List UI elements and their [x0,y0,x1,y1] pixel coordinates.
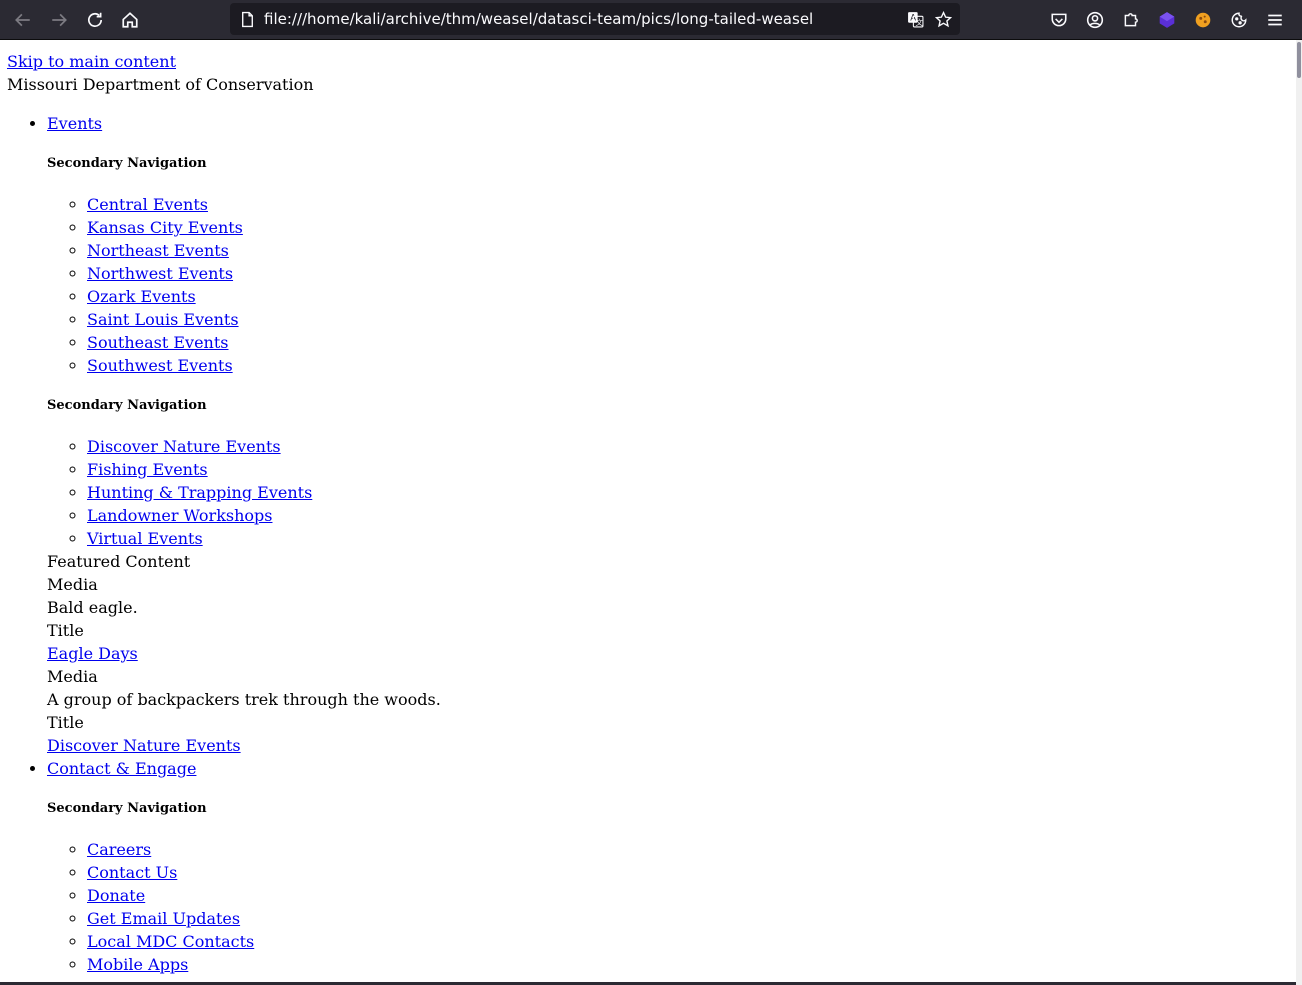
pocket-button[interactable] [1045,6,1073,34]
list-item: Discover Nature Events [87,435,1296,458]
forward-button[interactable] [45,6,73,34]
svg-text:文: 文 [915,16,923,26]
donate-link[interactable]: Donate [87,886,145,905]
home-button[interactable] [116,6,144,34]
events-link[interactable]: Events [47,114,102,133]
bookmark-star-icon[interactable] [934,10,952,28]
virtual-events-link[interactable]: Virtual Events [87,529,203,548]
menu-item-contact: Contact & Engage Secondary Navigation Ca… [47,757,1296,976]
title-label: Title [47,621,84,640]
site-name: Missouri Department of Conservation [7,75,314,94]
careers-link[interactable]: Careers [87,840,151,859]
local-mdc-contacts-link[interactable]: Local MDC Contacts [87,932,254,951]
southeast-events-link[interactable]: Southeast Events [87,333,229,352]
list-item: Northwest Events [87,262,1296,285]
page-content: Skip to main content Missouri Department… [0,40,1296,976]
eagle-days-link[interactable]: Eagle Days [47,644,138,663]
skip-to-main-link[interactable]: Skip to main content [7,52,176,71]
list-item: Virtual Events [87,527,1296,550]
mobile-apps-link[interactable]: Mobile Apps [87,955,188,974]
list-item: Southwest Events [87,354,1296,377]
hunting-trapping-events-link[interactable]: Hunting & Trapping Events [87,483,312,502]
menu-item-events: Events Secondary Navigation Central Even… [47,112,1296,757]
list-item: Hunting & Trapping Events [87,481,1296,504]
reload-button[interactable] [81,6,109,34]
forward-arrow-icon [52,13,67,27]
secondary-nav-heading: Secondary Navigation [47,398,207,413]
extension-cookie-button[interactable] [1225,6,1253,34]
southwest-events-link[interactable]: Southwest Events [87,356,233,375]
central-events-link[interactable]: Central Events [87,195,208,214]
vertical-scrollbar[interactable] [1296,40,1302,985]
extension-purple-button[interactable] [1153,6,1181,34]
orange-cookie-icon [1195,12,1211,28]
page-viewport: Skip to main content Missouri Department… [0,40,1296,985]
featured-discover-nature-link[interactable]: Discover Nature Events [47,736,241,755]
list-item: Kansas City Events [87,216,1296,239]
media-label: Media [47,667,98,686]
list-item: Mobile Apps [87,953,1296,976]
image-alt-text: Bald eagle. [47,598,138,617]
extension-orange-button[interactable] [1189,6,1217,34]
northeast-events-link[interactable]: Northeast Events [87,241,229,260]
media-label: Media [47,575,98,594]
account-button[interactable] [1081,6,1109,34]
region-events-list: Central Events Kansas City Events Northe… [47,193,1296,377]
image-alt-text: A group of backpackers trek through the … [47,690,441,709]
saint-louis-events-link[interactable]: Saint Louis Events [87,310,239,329]
contact-engage-link[interactable]: Contact & Engage [47,759,196,778]
back-button[interactable] [9,6,37,34]
featured-content-heading: Featured Content [47,552,191,571]
discover-nature-events-link[interactable]: Discover Nature Events [87,437,281,456]
main-menu: Events Secondary Navigation Central Even… [7,112,1296,976]
list-item: Saint Louis Events [87,308,1296,331]
kansas-city-events-link[interactable]: Kansas City Events [87,218,243,237]
contact-links-list: Careers Contact Us Donate Get Email Upda… [47,838,1296,976]
list-item: Get Email Updates [87,907,1296,930]
account-icon [1086,11,1104,29]
contact-us-link[interactable]: Contact Us [87,863,177,882]
translate-icon[interactable]: A文 [906,10,924,28]
list-item: Northeast Events [87,239,1296,262]
list-item: Contact Us [87,861,1296,884]
fishing-events-link[interactable]: Fishing Events [87,460,208,479]
list-item: Careers [87,838,1296,861]
puzzle-icon [1124,13,1138,27]
home-icon [122,12,138,28]
list-item: Ozark Events [87,285,1296,308]
reload-icon [87,12,103,27]
menu-button[interactable] [1261,6,1289,34]
scrollbar-thumb[interactable] [1297,42,1301,78]
url-bar[interactable]: file:///home/kali/archive/thm/weasel/dat… [230,3,960,35]
hamburger-icon [1268,14,1282,26]
list-item: Landowner Workshops [87,504,1296,527]
event-types-list: Discover Nature Events Fishing Events Hu… [47,435,1296,550]
title-label: Title [47,713,84,732]
browser-toolbar: file:///home/kali/archive/thm/weasel/dat… [0,0,1302,40]
secondary-nav-heading: Secondary Navigation [47,156,207,171]
purple-cube-icon [1159,12,1175,28]
email-updates-link[interactable]: Get Email Updates [87,909,240,928]
back-arrow-icon [15,13,30,27]
landowner-workshops-link[interactable]: Landowner Workshops [87,506,272,525]
northwest-events-link[interactable]: Northwest Events [87,264,233,283]
extensions-button[interactable] [1117,6,1145,34]
url-text[interactable]: file:///home/kali/archive/thm/weasel/dat… [264,3,904,35]
list-item: Central Events [87,193,1296,216]
list-item: Fishing Events [87,458,1296,481]
list-item: Southeast Events [87,331,1296,354]
list-item: Donate [87,884,1296,907]
cookie-outline-icon [1231,12,1247,28]
pocket-icon [1051,13,1067,27]
ozark-events-link[interactable]: Ozark Events [87,287,196,306]
secondary-nav-heading: Secondary Navigation [47,801,207,816]
list-item: Local MDC Contacts [87,930,1296,953]
page-icon [238,10,256,28]
